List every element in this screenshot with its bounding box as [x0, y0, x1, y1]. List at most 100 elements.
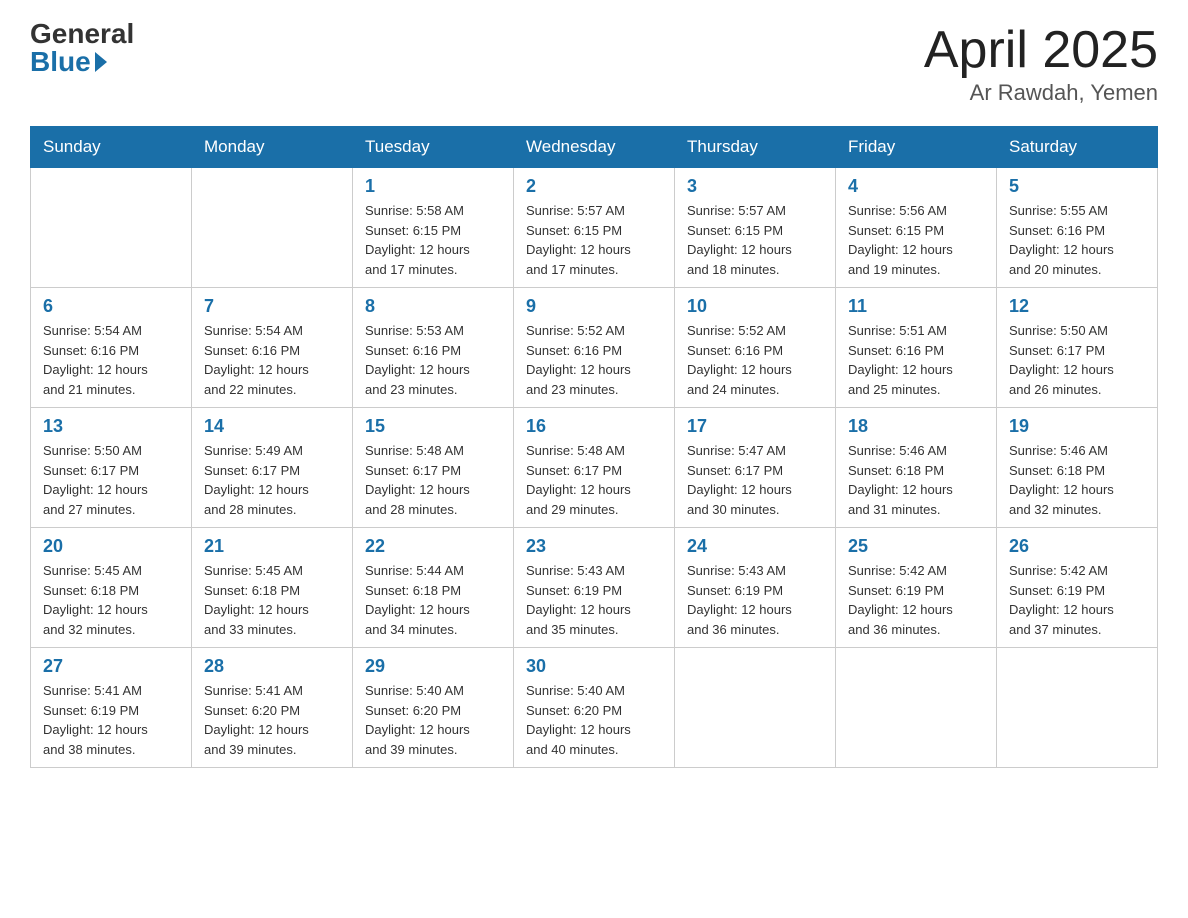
day-info: Sunrise: 5:51 AMSunset: 6:16 PMDaylight:… — [848, 321, 984, 399]
calendar-cell: 8 Sunrise: 5:53 AMSunset: 6:16 PMDaylight… — [353, 288, 514, 408]
day-number: 16 — [526, 416, 662, 437]
day-info: Sunrise: 5:42 AMSunset: 6:19 PMDaylight:… — [848, 561, 984, 639]
calendar-cell: 14 Sunrise: 5:49 AMSunset: 6:17 PMDayligh… — [192, 408, 353, 528]
logo-general-text: General — [30, 20, 134, 48]
day-number: 5 — [1009, 176, 1145, 197]
day-number: 20 — [43, 536, 179, 557]
day-info: Sunrise: 5:52 AMSunset: 6:16 PMDaylight:… — [687, 321, 823, 399]
calendar-cell — [836, 648, 997, 768]
day-number: 27 — [43, 656, 179, 677]
calendar-cell: 2Sunrise: 5:57 AMSunset: 6:15 PMDaylight… — [514, 168, 675, 288]
day-info: Sunrise: 5:50 AMSunset: 6:17 PMDaylight:… — [1009, 321, 1145, 399]
day-info: Sunrise: 5:43 AMSunset: 6:19 PMDaylight:… — [526, 561, 662, 639]
calendar-cell: 5Sunrise: 5:55 AMSunset: 6:16 PMDaylight… — [997, 168, 1158, 288]
calendar-cell: 30 Sunrise: 5:40 AMSunset: 6:20 PMDayligh… — [514, 648, 675, 768]
calendar-cell: 1Sunrise: 5:58 AMSunset: 6:15 PMDaylight… — [353, 168, 514, 288]
calendar-cell: 17Sunrise: 5:47 AMSunset: 6:17 PMDayligh… — [675, 408, 836, 528]
day-info: Sunrise: 5:57 AMSunset: 6:15 PMDaylight:… — [687, 201, 823, 279]
day-info: Sunrise: 5:54 AMSunset: 6:16 PMDaylight:… — [204, 321, 340, 399]
calendar-title: April 2025 — [924, 20, 1158, 80]
calendar-cell: 20 Sunrise: 5:45 AMSunset: 6:18 PMDayligh… — [31, 528, 192, 648]
calendar-cell: 12 Sunrise: 5:50 AMSunset: 6:17 PMDayligh… — [997, 288, 1158, 408]
day-number: 12 — [1009, 296, 1145, 317]
calendar-week-4: 20 Sunrise: 5:45 AMSunset: 6:18 PMDayligh… — [31, 528, 1158, 648]
calendar-cell: 27 Sunrise: 5:41 AMSunset: 6:19 PMDayligh… — [31, 648, 192, 768]
calendar-cell — [31, 168, 192, 288]
day-number: 25 — [848, 536, 984, 557]
header-monday: Monday — [192, 127, 353, 168]
calendar-week-5: 27 Sunrise: 5:41 AMSunset: 6:19 PMDayligh… — [31, 648, 1158, 768]
day-number: 14 — [204, 416, 340, 437]
calendar-cell: 11 Sunrise: 5:51 AMSunset: 6:16 PMDayligh… — [836, 288, 997, 408]
logo: General Blue — [30, 20, 134, 76]
day-info: Sunrise: 5:46 AMSunset: 6:18 PMDaylight:… — [848, 441, 984, 519]
day-info: Sunrise: 5:41 AMSunset: 6:20 PMDaylight:… — [204, 681, 340, 759]
day-info: Sunrise: 5:54 AMSunset: 6:16 PMDaylight:… — [43, 321, 179, 399]
calendar-cell: 10 Sunrise: 5:52 AMSunset: 6:16 PMDayligh… — [675, 288, 836, 408]
header-tuesday: Tuesday — [353, 127, 514, 168]
day-info: Sunrise: 5:47 AMSunset: 6:17 PMDaylight:… — [687, 441, 823, 519]
day-info: Sunrise: 5:57 AMSunset: 6:15 PMDaylight:… — [526, 201, 662, 279]
day-info: Sunrise: 5:42 AMSunset: 6:19 PMDaylight:… — [1009, 561, 1145, 639]
calendar-cell — [192, 168, 353, 288]
calendar-cell: 22 Sunrise: 5:44 AMSunset: 6:18 PMDayligh… — [353, 528, 514, 648]
calendar-subtitle: Ar Rawdah, Yemen — [924, 80, 1158, 106]
day-info: Sunrise: 5:41 AMSunset: 6:19 PMDaylight:… — [43, 681, 179, 759]
logo-triangle-icon — [95, 52, 107, 72]
day-info: Sunrise: 5:40 AMSunset: 6:20 PMDaylight:… — [526, 681, 662, 759]
day-number: 3 — [687, 176, 823, 197]
day-number: 6 — [43, 296, 179, 317]
calendar-cell: 15 Sunrise: 5:48 AMSunset: 6:17 PMDayligh… — [353, 408, 514, 528]
calendar-cell: 25 Sunrise: 5:42 AMSunset: 6:19 PMDayligh… — [836, 528, 997, 648]
calendar-week-1: 1Sunrise: 5:58 AMSunset: 6:15 PMDaylight… — [31, 168, 1158, 288]
day-number: 29 — [365, 656, 501, 677]
calendar-cell: 21Sunrise: 5:45 AMSunset: 6:18 PMDayligh… — [192, 528, 353, 648]
day-info: Sunrise: 5:52 AMSunset: 6:16 PMDaylight:… — [526, 321, 662, 399]
day-info: Sunrise: 5:53 AMSunset: 6:16 PMDaylight:… — [365, 321, 501, 399]
day-info: Sunrise: 5:48 AMSunset: 6:17 PMDaylight:… — [365, 441, 501, 519]
day-number: 4 — [848, 176, 984, 197]
calendar-cell: 24 Sunrise: 5:43 AMSunset: 6:19 PMDayligh… — [675, 528, 836, 648]
day-number: 24 — [687, 536, 823, 557]
day-number: 28 — [204, 656, 340, 677]
day-number: 1 — [365, 176, 501, 197]
calendar-cell: 6 Sunrise: 5:54 AMSunset: 6:16 PMDaylight… — [31, 288, 192, 408]
day-info: Sunrise: 5:48 AMSunset: 6:17 PMDaylight:… — [526, 441, 662, 519]
day-info: Sunrise: 5:40 AMSunset: 6:20 PMDaylight:… — [365, 681, 501, 759]
day-number: 26 — [1009, 536, 1145, 557]
calendar-cell: 26 Sunrise: 5:42 AMSunset: 6:19 PMDayligh… — [997, 528, 1158, 648]
day-number: 11 — [848, 296, 984, 317]
logo-blue-text: Blue — [30, 48, 107, 76]
calendar-cell: 3 Sunrise: 5:57 AMSunset: 6:15 PMDaylight… — [675, 168, 836, 288]
day-number: 22 — [365, 536, 501, 557]
day-info: Sunrise: 5:50 AMSunset: 6:17 PMDaylight:… — [43, 441, 179, 519]
day-info: Sunrise: 5:46 AMSunset: 6:18 PMDaylight:… — [1009, 441, 1145, 519]
calendar-week-2: 6 Sunrise: 5:54 AMSunset: 6:16 PMDaylight… — [31, 288, 1158, 408]
header-saturday: Saturday — [997, 127, 1158, 168]
day-number: 18 — [848, 416, 984, 437]
page-header: General Blue April 2025 Ar Rawdah, Yemen — [30, 20, 1158, 106]
day-number: 30 — [526, 656, 662, 677]
day-info: Sunrise: 5:49 AMSunset: 6:17 PMDaylight:… — [204, 441, 340, 519]
day-info: Sunrise: 5:44 AMSunset: 6:18 PMDaylight:… — [365, 561, 501, 639]
day-number: 15 — [365, 416, 501, 437]
calendar-table: SundayMondayTuesdayWednesdayThursdayFrid… — [30, 126, 1158, 768]
day-number: 13 — [43, 416, 179, 437]
day-info: Sunrise: 5:45 AMSunset: 6:18 PMDaylight:… — [43, 561, 179, 639]
day-number: 10 — [687, 296, 823, 317]
calendar-cell: 23 Sunrise: 5:43 AMSunset: 6:19 PMDayligh… — [514, 528, 675, 648]
day-number: 7 — [204, 296, 340, 317]
calendar-header-row: SundayMondayTuesdayWednesdayThursdayFrid… — [31, 127, 1158, 168]
calendar-cell: 9 Sunrise: 5:52 AMSunset: 6:16 PMDaylight… — [514, 288, 675, 408]
calendar-cell — [997, 648, 1158, 768]
calendar-cell: 19Sunrise: 5:46 AMSunset: 6:18 PMDayligh… — [997, 408, 1158, 528]
day-info: Sunrise: 5:43 AMSunset: 6:19 PMDaylight:… — [687, 561, 823, 639]
title-block: April 2025 Ar Rawdah, Yemen — [924, 20, 1158, 106]
calendar-cell: 18 Sunrise: 5:46 AMSunset: 6:18 PMDayligh… — [836, 408, 997, 528]
day-number: 23 — [526, 536, 662, 557]
header-friday: Friday — [836, 127, 997, 168]
calendar-cell: 29 Sunrise: 5:40 AMSunset: 6:20 PMDayligh… — [353, 648, 514, 768]
day-number: 8 — [365, 296, 501, 317]
day-number: 21 — [204, 536, 340, 557]
day-number: 9 — [526, 296, 662, 317]
